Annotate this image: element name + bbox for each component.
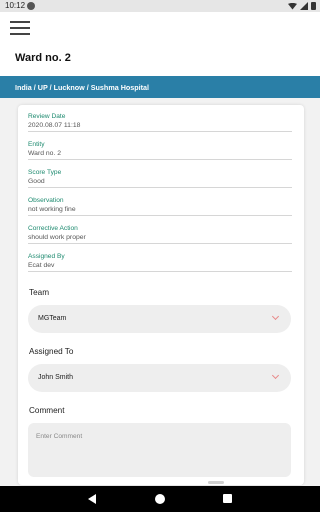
comment-label: Comment <box>29 406 65 415</box>
assigned-by-field: Assigned By Ecat dev <box>28 253 292 272</box>
score-type-field: Score Type Good <box>28 169 292 188</box>
field-label: Entity <box>28 141 45 148</box>
review-card: Review Date 2020.08.07 11:18 Entity Ward… <box>18 105 304 485</box>
field-value: 2020.08.07 11:18 <box>28 122 292 132</box>
assigned-to-label: Assigned To <box>29 347 74 356</box>
back-triangle-icon[interactable] <box>88 494 96 504</box>
home-circle-icon[interactable] <box>155 494 165 504</box>
status-bar: 10:12 <box>0 0 320 12</box>
field-label: Assigned By <box>28 253 65 260</box>
battery-icon <box>311 2 316 10</box>
field-label: Observation <box>28 197 64 204</box>
team-label: Team <box>29 288 50 297</box>
breadcrumb: India / UP / Lucknow / Sushma Hospital <box>0 76 320 98</box>
review-date-field: Review Date 2020.08.07 11:18 <box>28 113 292 132</box>
chevron-down-icon <box>271 312 280 321</box>
page-title: Ward no. 2 <box>15 52 71 64</box>
field-value: Ecat dev <box>28 262 292 272</box>
observation-field: Observation not working fine <box>28 197 292 216</box>
field-value: Ward no. 2 <box>28 150 292 160</box>
menu-line <box>10 21 30 23</box>
recent-apps-square-icon[interactable] <box>223 494 232 503</box>
assigned-to-selected-value: John Smith <box>38 374 74 381</box>
team-select[interactable]: MGTeam <box>28 305 291 333</box>
signal-icon <box>300 2 308 10</box>
entity-field: Entity Ward no. 2 <box>28 141 292 160</box>
screen: 10:12 Ward no. 2 India / UP / Lucknow / … <box>0 0 320 512</box>
status-time: 10:12 <box>5 1 26 10</box>
team-selected-value: MGTeam <box>38 315 67 322</box>
wifi-icon <box>288 2 297 10</box>
corrective-action-field: Corrective Action should work proper <box>28 225 292 244</box>
field-value: Good <box>28 178 292 188</box>
menu-line <box>10 27 30 29</box>
notification-icon <box>27 2 35 10</box>
navigation-bar <box>0 486 320 512</box>
status-icons <box>288 2 316 10</box>
field-value: should work proper <box>28 234 292 244</box>
chevron-down-icon <box>271 371 280 380</box>
field-label: Score Type <box>28 169 62 176</box>
scroll-indicator <box>208 481 224 484</box>
field-label: Corrective Action <box>28 225 78 232</box>
assigned-to-select[interactable]: John Smith <box>28 364 291 392</box>
app-bar: Ward no. 2 <box>0 12 320 76</box>
comment-input[interactable] <box>28 423 291 477</box>
menu-line <box>10 33 30 35</box>
field-label: Review Date <box>28 113 66 120</box>
field-value: not working fine <box>28 206 292 216</box>
hamburger-menu-icon[interactable] <box>10 20 30 36</box>
